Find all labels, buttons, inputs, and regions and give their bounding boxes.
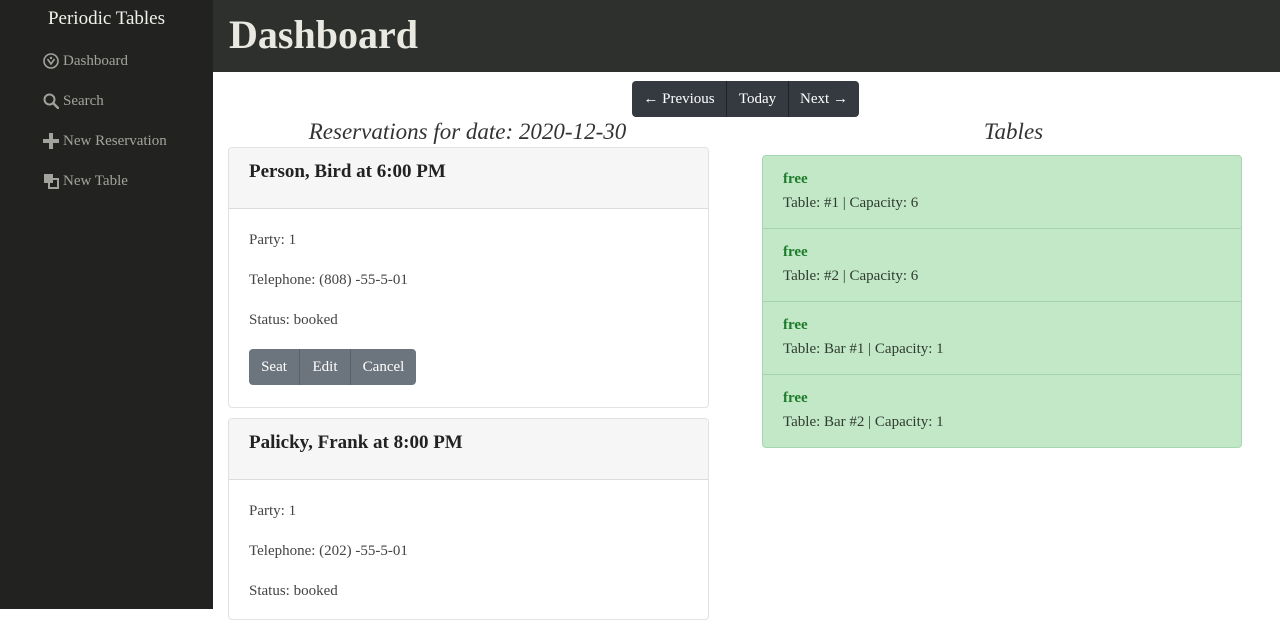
sidebar-item-search[interactable]: Search — [42, 90, 104, 112]
reservation-card: Palicky, Frank at 8:00 PM Party: 1 Telep… — [228, 418, 709, 620]
sidebar-item-new-table[interactable]: New Table — [42, 170, 128, 192]
sidebar-item-dashboard[interactable]: Dashboard — [42, 50, 128, 72]
sidebar-item-label: Search — [63, 92, 104, 109]
sidebar: Periodic Tables Dashboard Search New Res… — [0, 0, 213, 609]
sidebar-item-label: Dashboard — [63, 52, 128, 69]
tables-list: free Table: #1 | Capacity: 6 free Table:… — [762, 155, 1242, 448]
date-navigation: ← Previous Today Next → — [632, 81, 859, 117]
header-bar: Dashboard — [213, 0, 1280, 72]
card-header: Person, Bird at 6:00 PM — [229, 148, 708, 209]
table-info: Table: #1 | Capacity: 6 — [783, 195, 919, 211]
reservation-status: Status: booked — [249, 312, 338, 328]
table-row: free Table: Bar #2 | Capacity: 1 — [763, 375, 1241, 447]
telephone: Telephone: (808) -55-5-01 — [249, 272, 408, 288]
table-row: free Table: #1 | Capacity: 6 — [763, 156, 1241, 229]
table-row: free Table: #2 | Capacity: 6 — [763, 229, 1241, 302]
sidebar-item-new-reservation[interactable]: New Reservation — [42, 130, 167, 152]
next-button[interactable]: Next → — [788, 81, 859, 117]
tables-icon — [42, 172, 60, 190]
reservation-card: Person, Bird at 6:00 PM Party: 1 Telepho… — [228, 147, 709, 408]
card-header: Palicky, Frank at 8:00 PM — [229, 419, 708, 480]
sidebar-item-label: New Table — [63, 172, 128, 189]
table-status: free — [783, 317, 808, 333]
brand-title[interactable]: Periodic Tables — [0, 8, 213, 30]
table-status: free — [783, 390, 808, 406]
page-title: Dashboard — [229, 12, 418, 57]
dashboard-icon — [42, 52, 60, 70]
previous-button[interactable]: ← Previous — [632, 81, 726, 117]
reservations-heading: Reservations for date: 2020-12-30 — [308, 119, 627, 144]
search-icon — [42, 92, 60, 110]
today-button[interactable]: Today — [726, 81, 788, 117]
reservation-title: Palicky, Frank at 8:00 PM — [249, 432, 463, 453]
party-size: Party: 1 — [249, 503, 297, 519]
table-info: Table: Bar #2 | Capacity: 1 — [783, 414, 944, 430]
edit-button[interactable]: Edit — [299, 349, 350, 385]
reservation-actions: Seat Edit Cancel — [249, 349, 416, 385]
table-info: Table: Bar #1 | Capacity: 1 — [783, 341, 944, 357]
reservation-status: Status: booked — [249, 583, 338, 599]
table-info: Table: #2 | Capacity: 6 — [783, 268, 919, 284]
party-size: Party: 1 — [249, 232, 297, 248]
plus-icon — [42, 132, 60, 150]
seat-button[interactable]: Seat — [249, 349, 299, 385]
tables-heading: Tables — [983, 119, 1044, 144]
cancel-button[interactable]: Cancel — [350, 349, 416, 385]
sidebar-item-label: New Reservation — [63, 132, 167, 149]
telephone: Telephone: (202) -55-5-01 — [249, 543, 408, 559]
table-status: free — [783, 244, 808, 260]
table-row: free Table: Bar #1 | Capacity: 1 — [763, 302, 1241, 375]
reservation-title: Person, Bird at 6:00 PM — [249, 161, 446, 182]
table-status: free — [783, 171, 808, 187]
